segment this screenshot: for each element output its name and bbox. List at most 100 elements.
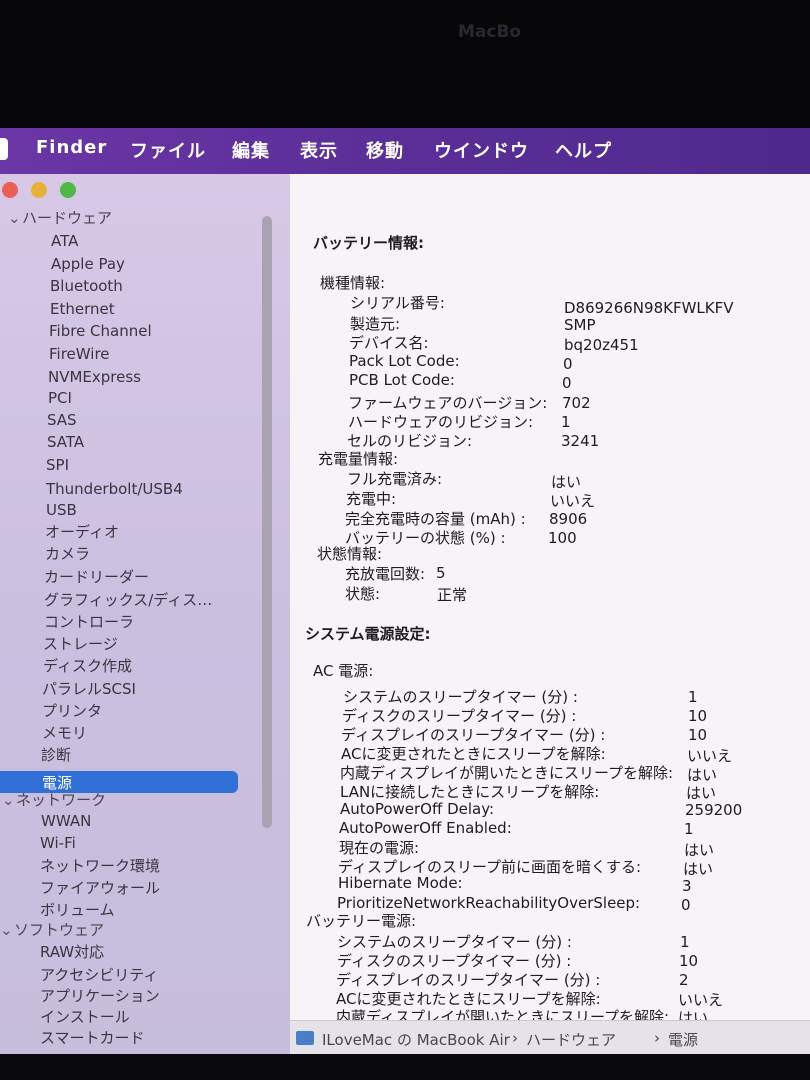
sidebar-section-software[interactable]: ⌄ソフトウェア (0, 920, 104, 940)
apple-icon[interactable] (0, 138, 8, 160)
menu-window[interactable]: ウインドウ (434, 137, 529, 163)
ac-system-sleep-value: 1 (688, 688, 698, 706)
full-capacity-value: 8906 (549, 510, 588, 528)
bat-display-sleep-label: ディスプレイのスリープタイマー (分) : (336, 971, 601, 989)
battery-health-value: 100 (548, 529, 577, 547)
full-capacity-label: 完全充電時の容量 (mAh) : (345, 510, 526, 528)
chevron-down-icon: ⌄ (0, 921, 13, 939)
sidebar-scrollbar[interactable] (262, 216, 272, 828)
serial-number-value: D869266N98KFWLKFV (564, 299, 734, 317)
dim-before-sleep-value: はい (683, 860, 714, 878)
pcb-lot-value: 0 (562, 374, 572, 392)
sidebar-item-thunderbolt[interactable]: Thunderbolt/USB4 (46, 479, 183, 499)
firmware-version-value: 702 (562, 394, 591, 412)
battery-power-header: バッテリー電源: (306, 912, 417, 930)
hibernate-mode-value: 3 (682, 877, 692, 895)
sidebar-item-firewall[interactable]: ファイアウォール (40, 878, 160, 898)
sidebar-item-audio[interactable]: オーディオ (45, 522, 119, 542)
charge-info-header: 充電量情報: (318, 450, 399, 468)
close-button[interactable] (2, 182, 18, 198)
sidebar-item-card-reader[interactable]: カードリーダー (44, 567, 149, 587)
sidebar-item-parallel-scsi[interactable]: パラレルSCSI (42, 679, 136, 699)
hibernate-mode-label: Hibernate Mode: (338, 874, 463, 892)
dark-bezel-top (0, 0, 810, 128)
sidebar-item-diagnostics[interactable]: 診断 (41, 745, 71, 765)
sidebar-section-hardware[interactable]: ⌄ハードウェア (8, 208, 112, 228)
sidebar-item-printer[interactable]: プリンタ (42, 701, 102, 721)
ac-wake-ac-change-label: ACに変更されたときにスリープを解除: (341, 745, 606, 763)
zoom-button[interactable] (60, 182, 76, 198)
path-separator-icon: › (512, 1029, 518, 1047)
sidebar-item-storage[interactable]: ストレージ (43, 634, 118, 654)
sidebar-item-usb[interactable]: USB (46, 500, 77, 520)
sidebar-item-pci[interactable]: PCI (48, 388, 72, 408)
sidebar-item-locations[interactable]: ネットワーク環境 (40, 856, 160, 876)
path-bar: ILoveMac の MacBook Air › ハードウェア › 電源 (290, 1020, 810, 1055)
sidebar-item-ethernet[interactable]: Ethernet (50, 299, 115, 319)
manufacturer-value: SMP (564, 316, 596, 334)
sidebar-item-disc-burning[interactable]: ディスク作成 (43, 656, 132, 676)
menu-go[interactable]: 移動 (366, 137, 404, 163)
path-device[interactable]: ILoveMac の MacBook Air (322, 1029, 510, 1050)
ac-display-sleep-value: 10 (688, 726, 708, 744)
sidebar-item-fibre-channel[interactable]: Fibre Channel (49, 321, 152, 341)
sidebar-item-sas[interactable]: SAS (47, 410, 77, 430)
menu-edit[interactable]: 編集 (232, 137, 270, 163)
autopoweroff-delay-value: 259200 (685, 801, 743, 819)
sidebar-item-ata[interactable]: ATA (51, 231, 78, 251)
path-section[interactable]: ハードウェア (526, 1029, 616, 1050)
ac-system-sleep-label: システムのスリープタイマー (分) : (343, 688, 578, 706)
cell-revision-value: 3241 (561, 432, 600, 450)
menu-view[interactable]: 表示 (300, 137, 338, 163)
sidebar-item-camera[interactable]: カメラ (45, 544, 90, 564)
bat-system-sleep-value: 1 (680, 933, 690, 951)
bat-disk-sleep-value: 10 (679, 952, 699, 970)
system-power-title: システム電源設定: (305, 625, 431, 643)
sidebar-item-smart-cards[interactable]: スマートカード (40, 1028, 145, 1048)
section-label: ネットワーク (16, 791, 107, 809)
sidebar-item-wwan[interactable]: WWAN (41, 811, 91, 831)
ac-display-sleep-label: ディスプレイのスリープタイマー (分) : (341, 726, 606, 744)
sidebar-item-apple-pay[interactable]: Apple Pay (51, 254, 125, 274)
sidebar-item-bluetooth[interactable]: Bluetooth (50, 276, 123, 296)
condition-label: 状態: (345, 585, 381, 603)
sidebar-item-raw-support[interactable]: RAW対応 (40, 942, 104, 962)
window-title: MacBo (458, 22, 522, 42)
sidebar-item-controller[interactable]: コントローラ (44, 612, 134, 632)
bat-display-sleep-value: 2 (679, 971, 689, 989)
sidebar-item-applications[interactable]: アプリケーション (40, 986, 160, 1006)
sidebar-item-memory[interactable]: メモリ (42, 723, 87, 743)
sidebar-item-graphics-display[interactable]: グラフィックス/ディス… (44, 590, 212, 610)
path-item[interactable]: 電源 (668, 1029, 698, 1050)
ac-disk-sleep-label: ディスクのスリープタイマー (分) : (342, 707, 577, 725)
menu-finder[interactable]: Finder (36, 137, 107, 158)
charging-value: いいえ (550, 492, 596, 510)
autopoweroff-delay-label: AutoPowerOff Delay: (340, 800, 495, 818)
sidebar-item-wifi[interactable]: Wi-Fi (40, 833, 76, 853)
pack-lot-label: Pack Lot Code: (349, 352, 460, 370)
minimize-button[interactable] (31, 182, 47, 198)
sidebar-section-network[interactable]: ⌄ネットワーク (2, 790, 106, 810)
section-label: ソフトウェア (14, 921, 105, 939)
sidebar-item-sata[interactable]: SATA (47, 432, 84, 452)
sidebar-item-nvmexpress[interactable]: NVMExpress (48, 367, 141, 387)
autopoweroff-enabled-label: AutoPowerOff Enabled: (339, 819, 512, 837)
device-name-value: bq20z451 (564, 336, 639, 354)
laptop-icon (296, 1031, 314, 1045)
sidebar-item-firewire[interactable]: FireWire (49, 344, 110, 364)
sidebar-item-accessibility[interactable]: アクセシビリティ (40, 965, 158, 985)
ac-wake-ac-change-value: いいえ (687, 747, 733, 765)
sidebar-item-volumes[interactable]: ボリューム (40, 900, 115, 920)
charging-label: 充電中: (346, 490, 397, 508)
fully-charged-value: はい (551, 473, 582, 491)
sidebar-item-installations[interactable]: インストール (40, 1007, 130, 1027)
menu-file[interactable]: ファイル (130, 137, 206, 163)
battery-info-title: バッテリー情報: (313, 234, 424, 252)
cycle-count-value: 5 (436, 564, 446, 582)
ac-power-header: AC 電源: (313, 662, 374, 680)
prioritize-network-value: 0 (681, 896, 691, 914)
sidebar-item-spi[interactable]: SPI (46, 455, 69, 475)
bat-system-sleep-label: システムのスリープタイマー (分) : (337, 933, 572, 951)
menu-help[interactable]: ヘルプ (555, 137, 612, 163)
ac-wake-lan-value: はい (686, 784, 717, 802)
